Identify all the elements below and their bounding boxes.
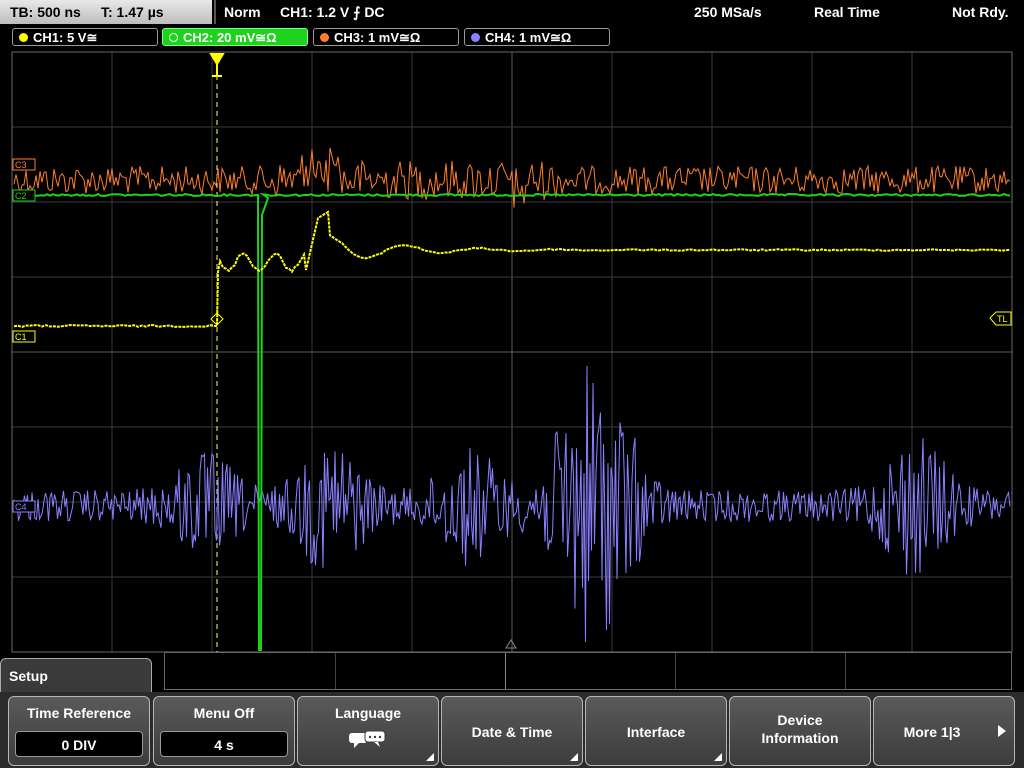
c4-marker-text: C4 — [15, 502, 27, 512]
language-label: Language — [334, 705, 402, 721]
c4-marker[interactable]: C4 — [12, 500, 36, 513]
more-button[interactable]: More 1|3 — [873, 696, 1015, 766]
trigger-level-marker[interactable]: TL — [989, 311, 1012, 326]
menu-off-value: 4 s — [160, 731, 288, 757]
submenu-corner-icon — [714, 753, 722, 761]
c3-marker-text: C3 — [15, 160, 27, 170]
interface-label: Interface — [626, 724, 686, 740]
trigger-position-marker-icon[interactable] — [209, 53, 225, 77]
submenu-corner-icon — [570, 753, 578, 761]
time-reference-button[interactable]: Time Reference 0 DIV — [8, 696, 150, 766]
trigger-level-text: TL — [997, 314, 1008, 324]
time-reference-label: Time Reference — [26, 705, 131, 721]
c1-marker-text: C1 — [15, 332, 27, 342]
menu-off-button[interactable]: Menu Off 4 s — [153, 696, 295, 766]
date-time-button[interactable]: Date & Time — [441, 696, 583, 766]
submenu-corner-icon — [426, 753, 434, 761]
c2-marker-text: C2 — [15, 191, 27, 201]
interface-button[interactable]: Interface — [585, 696, 727, 766]
menu-title: Setup — [0, 658, 152, 692]
c2-marker[interactable]: C2 — [12, 189, 36, 202]
language-button[interactable]: Language — [297, 696, 439, 766]
graticule-grid — [12, 52, 1012, 652]
center-marker-icon — [505, 639, 517, 649]
arrow-right-icon — [998, 725, 1006, 737]
device-information-button[interactable]: Device Information — [729, 696, 871, 766]
lower-info-panel — [164, 652, 1012, 690]
device-information-label: Device Information — [761, 712, 839, 746]
more-label: More 1|3 — [903, 724, 961, 740]
c3-marker[interactable]: C3 — [12, 158, 36, 171]
c1-marker[interactable]: C1 — [12, 330, 36, 343]
waveform-display[interactable]: C3 C2 C1 C4 TL — [0, 0, 1024, 700]
time-reference-value: 0 DIV — [15, 731, 143, 757]
date-time-label: Date & Time — [471, 724, 553, 740]
speech-bubble-icon — [349, 730, 386, 748]
menu-off-label: Menu Off — [193, 705, 255, 721]
